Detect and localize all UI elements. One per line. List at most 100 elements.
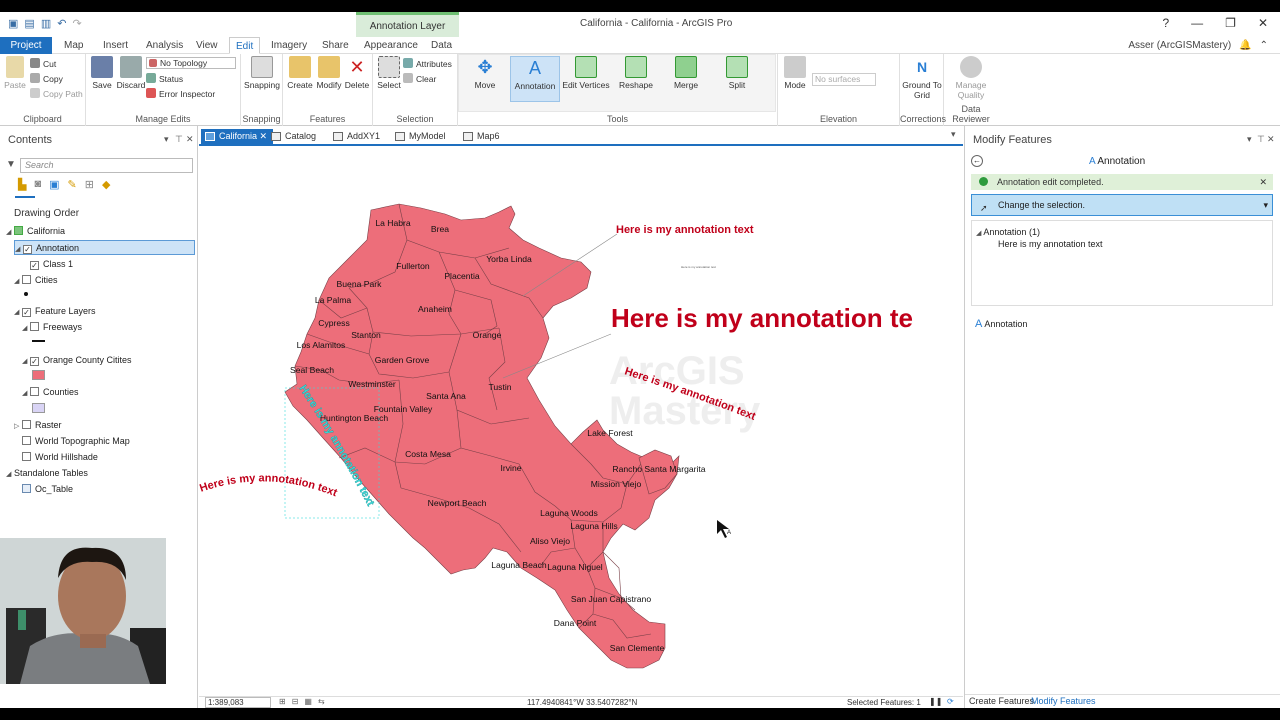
snapping-button[interactable]: Snapping <box>241 56 283 102</box>
topology-dropdown[interactable]: No Topology <box>146 57 236 69</box>
list-by-drawing-order-icon[interactable]: ▙ <box>18 178 26 191</box>
map-tab-mymodel[interactable]: MyModel <box>395 129 446 144</box>
surfaces-dropdown[interactable]: No surfaces <box>812 73 876 86</box>
save-icon[interactable]: ▥ <box>41 17 51 30</box>
layer-visibility-checkbox[interactable] <box>22 452 31 461</box>
layer-visibility-checkbox[interactable]: ✓ <box>22 308 31 317</box>
selected-features-count[interactable]: Selected Features: 1 <box>847 697 921 708</box>
toc-group-feature-layers[interactable]: ◢ ✓ Feature Layers <box>14 306 96 317</box>
layer-visibility-checkbox[interactable] <box>30 387 39 396</box>
tree-parent-annotation[interactable]: ◢ Annotation (1) <box>976 227 1040 237</box>
map-view[interactable]: ArcGIS Mastery La Habra Brea Fullerton Y… <box>199 148 963 696</box>
layer-visibility-checkbox[interactable] <box>30 322 39 331</box>
map-tab-addxy1[interactable]: AddXY1 <box>333 129 380 144</box>
pin-icon[interactable]: ⊤ <box>175 134 183 145</box>
toc-layer-orange-county-cities[interactable]: ◢ ✓ Orange County Citites <box>22 355 132 366</box>
cut-button[interactable]: Cut <box>30 58 56 69</box>
toc-layer-world-hillshade[interactable]: World Hillshade <box>22 452 98 462</box>
collapse-icon[interactable]: ◢ <box>22 324 30 332</box>
tab-imagery[interactable]: Imagery <box>265 37 313 54</box>
annotation-small[interactable]: Here is my annotation text <box>616 224 754 236</box>
split-button[interactable]: Split <box>714 56 760 102</box>
copy-path-button[interactable]: Copy Path <box>30 88 83 99</box>
bell-icon[interactable]: 🔔 <box>1239 37 1251 54</box>
dropdown-icon[interactable]: ▾ <box>1263 195 1268 215</box>
toc-layer-counties[interactable]: ◢ Counties <box>22 387 79 397</box>
create-button[interactable]: Create <box>285 56 315 102</box>
list-by-selection-icon[interactable]: ▣ <box>49 178 59 191</box>
filter-icon[interactable]: ▼ <box>6 159 16 170</box>
undo-icon[interactable]: ↶ <box>57 17 66 30</box>
toc-standalone-tables[interactable]: ◢ Standalone Tables <box>6 468 88 478</box>
change-selection-bar[interactable]: ➚ Change the selection. ▾ <box>971 194 1273 216</box>
layer-visibility-checkbox[interactable] <box>22 275 31 284</box>
attributes-button[interactable]: Attributes <box>403 58 452 69</box>
clear-selection-button[interactable]: Clear <box>403 73 436 84</box>
toc-layer-cities[interactable]: ◢ Cities <box>14 275 58 285</box>
user-name[interactable]: Asser (ArcGISMastery) <box>1128 37 1231 54</box>
toc-map-california[interactable]: ◢ California <box>6 226 65 236</box>
collapse-icon[interactable]: ◢ <box>6 228 14 236</box>
coordinates-readout[interactable]: 117.4940841°W 33.5407282°N <box>527 697 637 708</box>
tab-modify-features[interactable]: Modify Features <box>1031 696 1096 706</box>
refresh-icon[interactable]: ⟳ <box>947 697 954 706</box>
discard-button[interactable]: Discard <box>116 56 146 102</box>
annotation-tiny[interactable]: Here is my annotation text <box>681 265 716 269</box>
user-account[interactable]: Asser (ArcGISMastery) 🔔 ⌃ <box>1128 37 1268 54</box>
copy-button[interactable]: Copy <box>30 73 63 84</box>
tab-edit[interactable]: Edit <box>229 37 261 54</box>
tab-create-features[interactable]: Create Features <box>969 696 1034 706</box>
toc-table-oc[interactable]: Oc_Table <box>22 484 73 494</box>
tab-view[interactable]: View <box>190 37 224 54</box>
message-close-icon[interactable]: ✕ <box>1259 174 1267 190</box>
layer-visibility-checkbox[interactable] <box>22 436 31 445</box>
close-icon[interactable]: ✕ <box>1258 16 1268 30</box>
toc-layer-world-topographic[interactable]: World Topographic Map <box>22 436 130 446</box>
tab-data[interactable]: Data <box>425 37 458 54</box>
pause-icon[interactable]: ❚❚ <box>929 697 942 706</box>
reshape-button[interactable]: Reshape <box>612 56 660 102</box>
collapse-icon[interactable]: ◢ <box>15 245 23 253</box>
table-view-icon[interactable]: ▦ <box>304 697 312 706</box>
delete-button[interactable]: ✕ Delete <box>343 56 371 102</box>
list-by-labeling-icon[interactable]: ◆ <box>102 178 110 191</box>
toc-layer-annotation[interactable]: ◢ ✓ Annotation <box>14 240 195 255</box>
list-by-snapping-icon[interactable]: ⊞ <box>85 178 94 191</box>
back-button[interactable]: ← <box>971 155 983 167</box>
collapse-icon[interactable]: ◢ <box>22 389 30 397</box>
annotation-layer-item[interactable]: A Annotation <box>975 318 1027 330</box>
ribbon-collapse-icon[interactable]: ⌃ <box>1260 37 1268 54</box>
merge-button[interactable]: Merge <box>662 56 710 102</box>
collapse-icon[interactable]: ◢ <box>22 357 30 365</box>
move-tool-button[interactable]: ✥ Move <box>462 56 508 102</box>
tab-share[interactable]: Share <box>316 37 355 54</box>
error-inspector-button[interactable]: Error Inspector <box>146 88 215 99</box>
toc-annotation-class[interactable]: ✓ Class 1 <box>30 259 73 270</box>
layer-visibility-checkbox[interactable]: ✓ <box>30 357 39 366</box>
list-by-source-icon[interactable]: ◙ <box>34 178 41 191</box>
collapse-icon[interactable]: ◢ <box>6 470 14 478</box>
redo-icon[interactable]: ↷ <box>72 17 81 30</box>
scale-dropdown[interactable]: 1:389,083 <box>205 697 271 708</box>
open-icon[interactable]: ▤ <box>24 17 34 30</box>
new-icon[interactable]: ▣ <box>8 17 18 30</box>
annotation-tool-button[interactable]: A Annotation <box>510 56 560 102</box>
list-by-editing-icon[interactable]: ✎ <box>68 178 77 191</box>
modify-button[interactable]: Modify <box>314 56 344 102</box>
layer-visibility-checkbox[interactable] <box>22 420 31 429</box>
class-visibility-checkbox[interactable]: ✓ <box>30 261 39 270</box>
collapse-icon[interactable]: ◢ <box>14 308 22 316</box>
expand-icon[interactable]: ▷ <box>14 422 22 430</box>
pane-close-icon[interactable]: ✕ <box>1267 134 1275 145</box>
annotation-curved-left[interactable]: Here is my annotation text <box>199 472 339 499</box>
map-canvas[interactable]: ArcGIS Mastery La Habra Brea Fullerton Y… <box>199 148 963 696</box>
pane-menu-icon[interactable]: ▾ <box>1247 134 1252 145</box>
map-tab-map6[interactable]: Map6 <box>463 129 500 144</box>
contents-search-input[interactable]: Search <box>20 158 193 173</box>
elevation-mode-button[interactable]: Mode <box>780 56 810 102</box>
fixed-zoom-icon[interactable]: ⊞ <box>279 697 286 706</box>
pane-close-icon[interactable]: ✕ <box>186 134 194 145</box>
layer-visibility-checkbox[interactable]: ✓ <box>23 245 32 254</box>
collapse-icon[interactable]: ◢ <box>976 230 981 237</box>
tab-project[interactable]: Project <box>0 37 52 54</box>
